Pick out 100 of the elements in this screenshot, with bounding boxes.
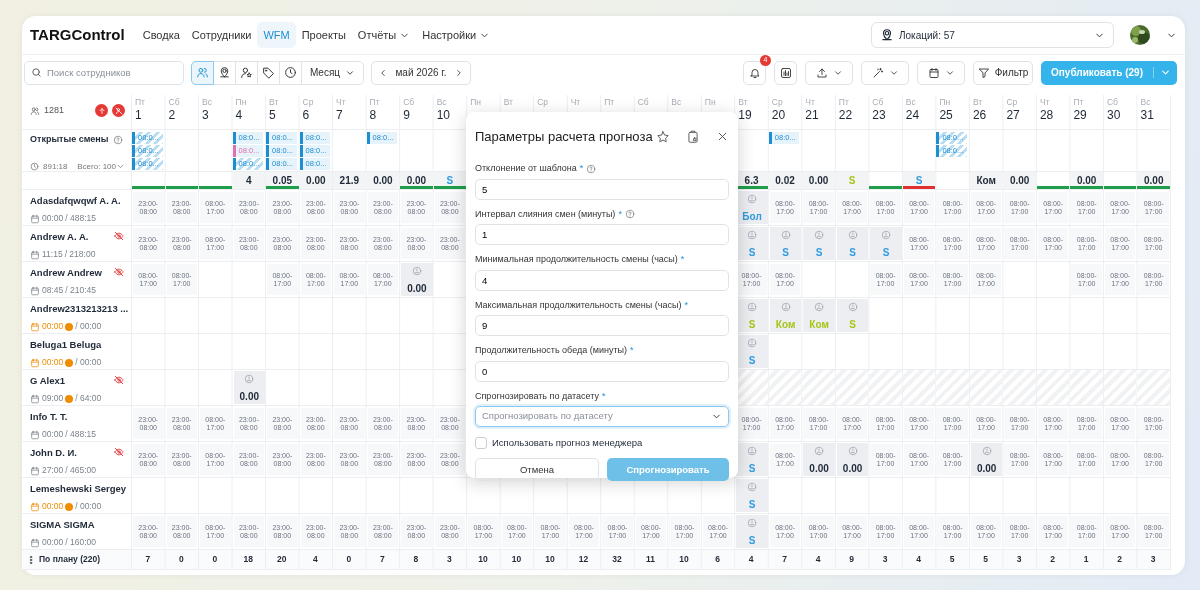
plan-total: 7: [145, 553, 151, 566]
plan-total: 2: [1050, 553, 1056, 566]
notifications-button[interactable]: [743, 60, 766, 85]
absence-label: S: [815, 247, 823, 258]
weekday-label: Сб: [872, 97, 885, 108]
calendar-button[interactable]: [917, 60, 965, 85]
input-field[interactable]: 4: [475, 269, 729, 291]
nav-link[interactable]: Настройки: [416, 21, 497, 49]
absence-block[interactable]: 0.00: [803, 443, 835, 476]
employee-name[interactable]: Lemeshewski Sergey: [30, 482, 125, 497]
weekday-label: Чт: [1039, 97, 1051, 108]
nav-link[interactable]: Сотрудники: [185, 21, 258, 49]
nav-link[interactable]: Проекты: [295, 21, 352, 49]
absence-label: Ком: [809, 319, 829, 330]
dialog-title: Параметры расчета прогноза: [475, 128, 653, 147]
employee-name[interactable]: G Alex1: [30, 374, 125, 389]
worked-hours: 09:00: [42, 392, 64, 405]
input-field[interactable]: 9: [475, 315, 729, 336]
absence-block[interactable]: S: [736, 443, 768, 476]
absence-block[interactable]: 0.00: [233, 371, 266, 404]
view-toggle-button[interactable]: [279, 60, 302, 85]
date-label: май 2026 г.: [395, 66, 447, 80]
nav-link[interactable]: WFM: [257, 21, 296, 49]
required-mark: *: [684, 298, 688, 312]
employee-name[interactable]: Andrew A. A.: [30, 230, 125, 245]
absence-block[interactable]: Бол: [736, 191, 768, 224]
weekday-label: Пт: [369, 97, 381, 108]
day-number: 31: [1140, 108, 1155, 123]
search-field[interactable]: Поиск сотрудников: [24, 60, 184, 85]
nav-link[interactable]: Сводка: [136, 21, 186, 49]
employee-name[interactable]: Adasdafqwqwf A. A.: [30, 194, 125, 209]
day-number: 21: [805, 108, 820, 123]
location-pin-icon: [880, 28, 894, 42]
absence-block[interactable]: S: [803, 227, 835, 260]
chart-button[interactable]: [774, 60, 797, 85]
location-select[interactable]: Локаций: 57: [871, 22, 1114, 48]
view-toggle-button[interactable]: [191, 60, 214, 85]
weekday-label: Вт: [972, 97, 984, 108]
absence-label: 0.00: [407, 283, 427, 294]
worked-hours: 27:00: [42, 464, 64, 477]
employee-name[interactable]: Beluga1 Beluga: [30, 338, 125, 353]
total-dropdown[interactable]: Всего: 100: [77, 160, 125, 173]
absence-block[interactable]: 0.00: [970, 443, 1003, 476]
nav-link[interactable]: Отчёты: [351, 21, 417, 49]
employee-name[interactable]: Info T. T.: [30, 410, 125, 425]
checkbox[interactable]: [475, 437, 487, 450]
absence-block[interactable]: S: [769, 227, 802, 260]
plan-total: 9: [849, 553, 854, 566]
weekday-label: Ср: [1006, 97, 1019, 108]
absence-block[interactable]: S: [736, 515, 768, 548]
day-number: 29: [1073, 108, 1088, 123]
prev-icon[interactable]: [378, 67, 388, 78]
absence-block[interactable]: S: [836, 227, 869, 260]
input-field[interactable]: 1: [475, 224, 729, 245]
weekday-label: Вт: [269, 97, 280, 108]
star-icon[interactable]: [656, 130, 670, 144]
clipboard-icon[interactable]: [686, 130, 700, 144]
plan-total: 32: [612, 553, 622, 566]
filter-button[interactable]: Фильтр: [973, 60, 1033, 85]
calendar-icon: [30, 249, 40, 260]
plan-total: 10: [478, 553, 488, 566]
input-field[interactable]: 5: [475, 178, 729, 200]
absence-block[interactable]: S: [870, 227, 902, 260]
absence-block[interactable]: S: [736, 479, 768, 512]
wand-icon: [871, 66, 884, 79]
bell-icon: [748, 66, 761, 79]
calendar-icon: [30, 537, 40, 548]
day-number: 27: [1006, 108, 1021, 123]
export-button[interactable]: [805, 60, 853, 85]
cancel-button[interactable]: Отмена: [475, 458, 599, 482]
absence-block[interactable]: 0.00: [836, 443, 869, 476]
input-field[interactable]: 0: [475, 360, 729, 382]
weekday-label: Вс: [671, 97, 683, 108]
employee-name[interactable]: John D. И.: [30, 446, 125, 461]
calendar-icon: [30, 393, 40, 404]
absence-label: S: [748, 535, 756, 546]
absence-block[interactable]: S: [736, 227, 768, 260]
people-icon: [30, 105, 40, 116]
summary-value: 4: [232, 172, 266, 189]
tag-icon: [262, 66, 275, 79]
app-logo[interactable]: TARGControl: [30, 23, 125, 47]
dataset-select[interactable]: Спрогнозировать по датасету: [475, 406, 729, 427]
checkbox-label[interactable]: Использовать прогноз менеджера: [492, 436, 643, 451]
next-icon[interactable]: [454, 67, 464, 78]
absence-block[interactable]: S: [736, 335, 768, 368]
view-toggle-button[interactable]: [235, 60, 258, 85]
view-toggle-button[interactable]: [257, 60, 280, 85]
employee-name[interactable]: Andrew Andrew: [30, 266, 125, 281]
employee-name[interactable]: SIGMA SIGMA: [30, 518, 125, 533]
bar-chart-icon: [779, 66, 792, 79]
period-select[interactable]: Месяц: [301, 60, 364, 85]
required-mark: *: [680, 253, 685, 266]
section-title: Открытые смены: [30, 133, 109, 146]
summary-value: 0.00: [299, 172, 333, 189]
absence-label: S: [748, 319, 756, 330]
absence-block[interactable]: 0.00: [401, 263, 433, 296]
absence-icon: [780, 302, 791, 312]
weekday-label: Сб: [1106, 97, 1119, 108]
calendar-icon: [30, 357, 40, 368]
close-icon[interactable]: [716, 130, 729, 143]
